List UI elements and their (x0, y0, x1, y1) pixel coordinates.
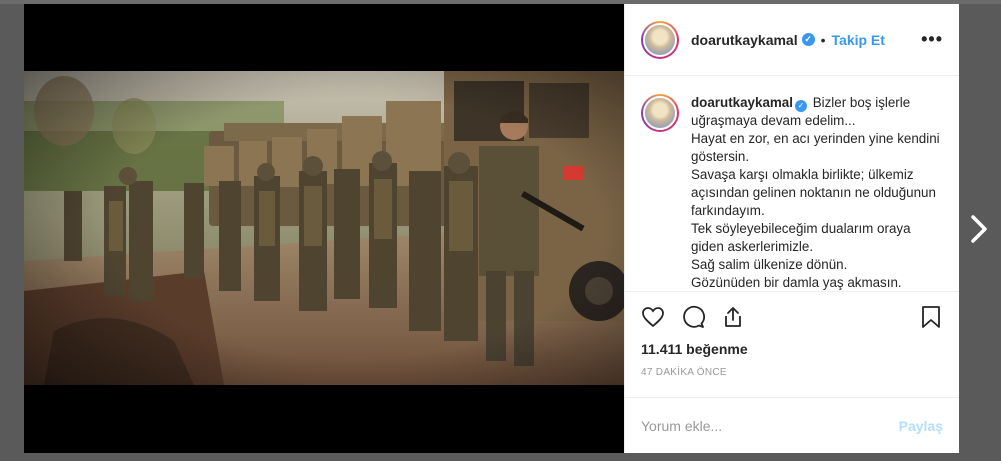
post-side-panel: doarutkaykamal ✓ • Takip Et ••• doarutka… (624, 4, 959, 453)
comment-icon[interactable] (681, 305, 705, 329)
caption-text: doarutkaykamal ✓ Bizler boş işlerle uğraş… (691, 94, 943, 291)
post-photo[interactable] (24, 71, 624, 385)
verified-badge-icon: ✓ (801, 33, 815, 46)
post-header: doarutkaykamal ✓ • Takip Et ••• (625, 4, 959, 76)
share-icon[interactable] (721, 305, 745, 329)
username-link[interactable]: doarutkaykamal (691, 32, 798, 48)
caption-block: doarutkaykamal ✓ Bizler boş işlerle uğraş… (625, 76, 959, 291)
caption-body: Bizler boş işlerle uğraşmaya devam edeli… (691, 95, 940, 290)
follow-button[interactable]: Takip Et (832, 32, 885, 48)
caption-avatar[interactable] (641, 94, 679, 132)
soldiers-photo (24, 71, 624, 385)
caption-username[interactable]: doarutkaykamal (691, 95, 793, 110)
more-options-icon[interactable]: ••• (921, 29, 943, 50)
action-bar (625, 291, 959, 341)
post-modal: doarutkaykamal ✓ • Takip Et ••• doarutka… (24, 4, 959, 453)
post-comment-button[interactable]: Paylaş (899, 418, 943, 434)
avatar[interactable] (641, 20, 679, 59)
likes-count[interactable]: 11.411 beğenme (625, 341, 959, 361)
heart-icon[interactable] (641, 305, 665, 329)
caption-verified-badge-icon: ✓ (794, 100, 807, 112)
chevron-right-icon[interactable] (966, 212, 992, 246)
post-media (24, 4, 624, 453)
comment-bar: Paylaş (625, 397, 959, 453)
separator-dot: • (820, 31, 826, 48)
bookmark-icon[interactable] (919, 305, 943, 329)
comment-input[interactable] (641, 417, 899, 434)
post-timestamp[interactable]: 47 DAKİKA ÖNCE (625, 361, 959, 397)
